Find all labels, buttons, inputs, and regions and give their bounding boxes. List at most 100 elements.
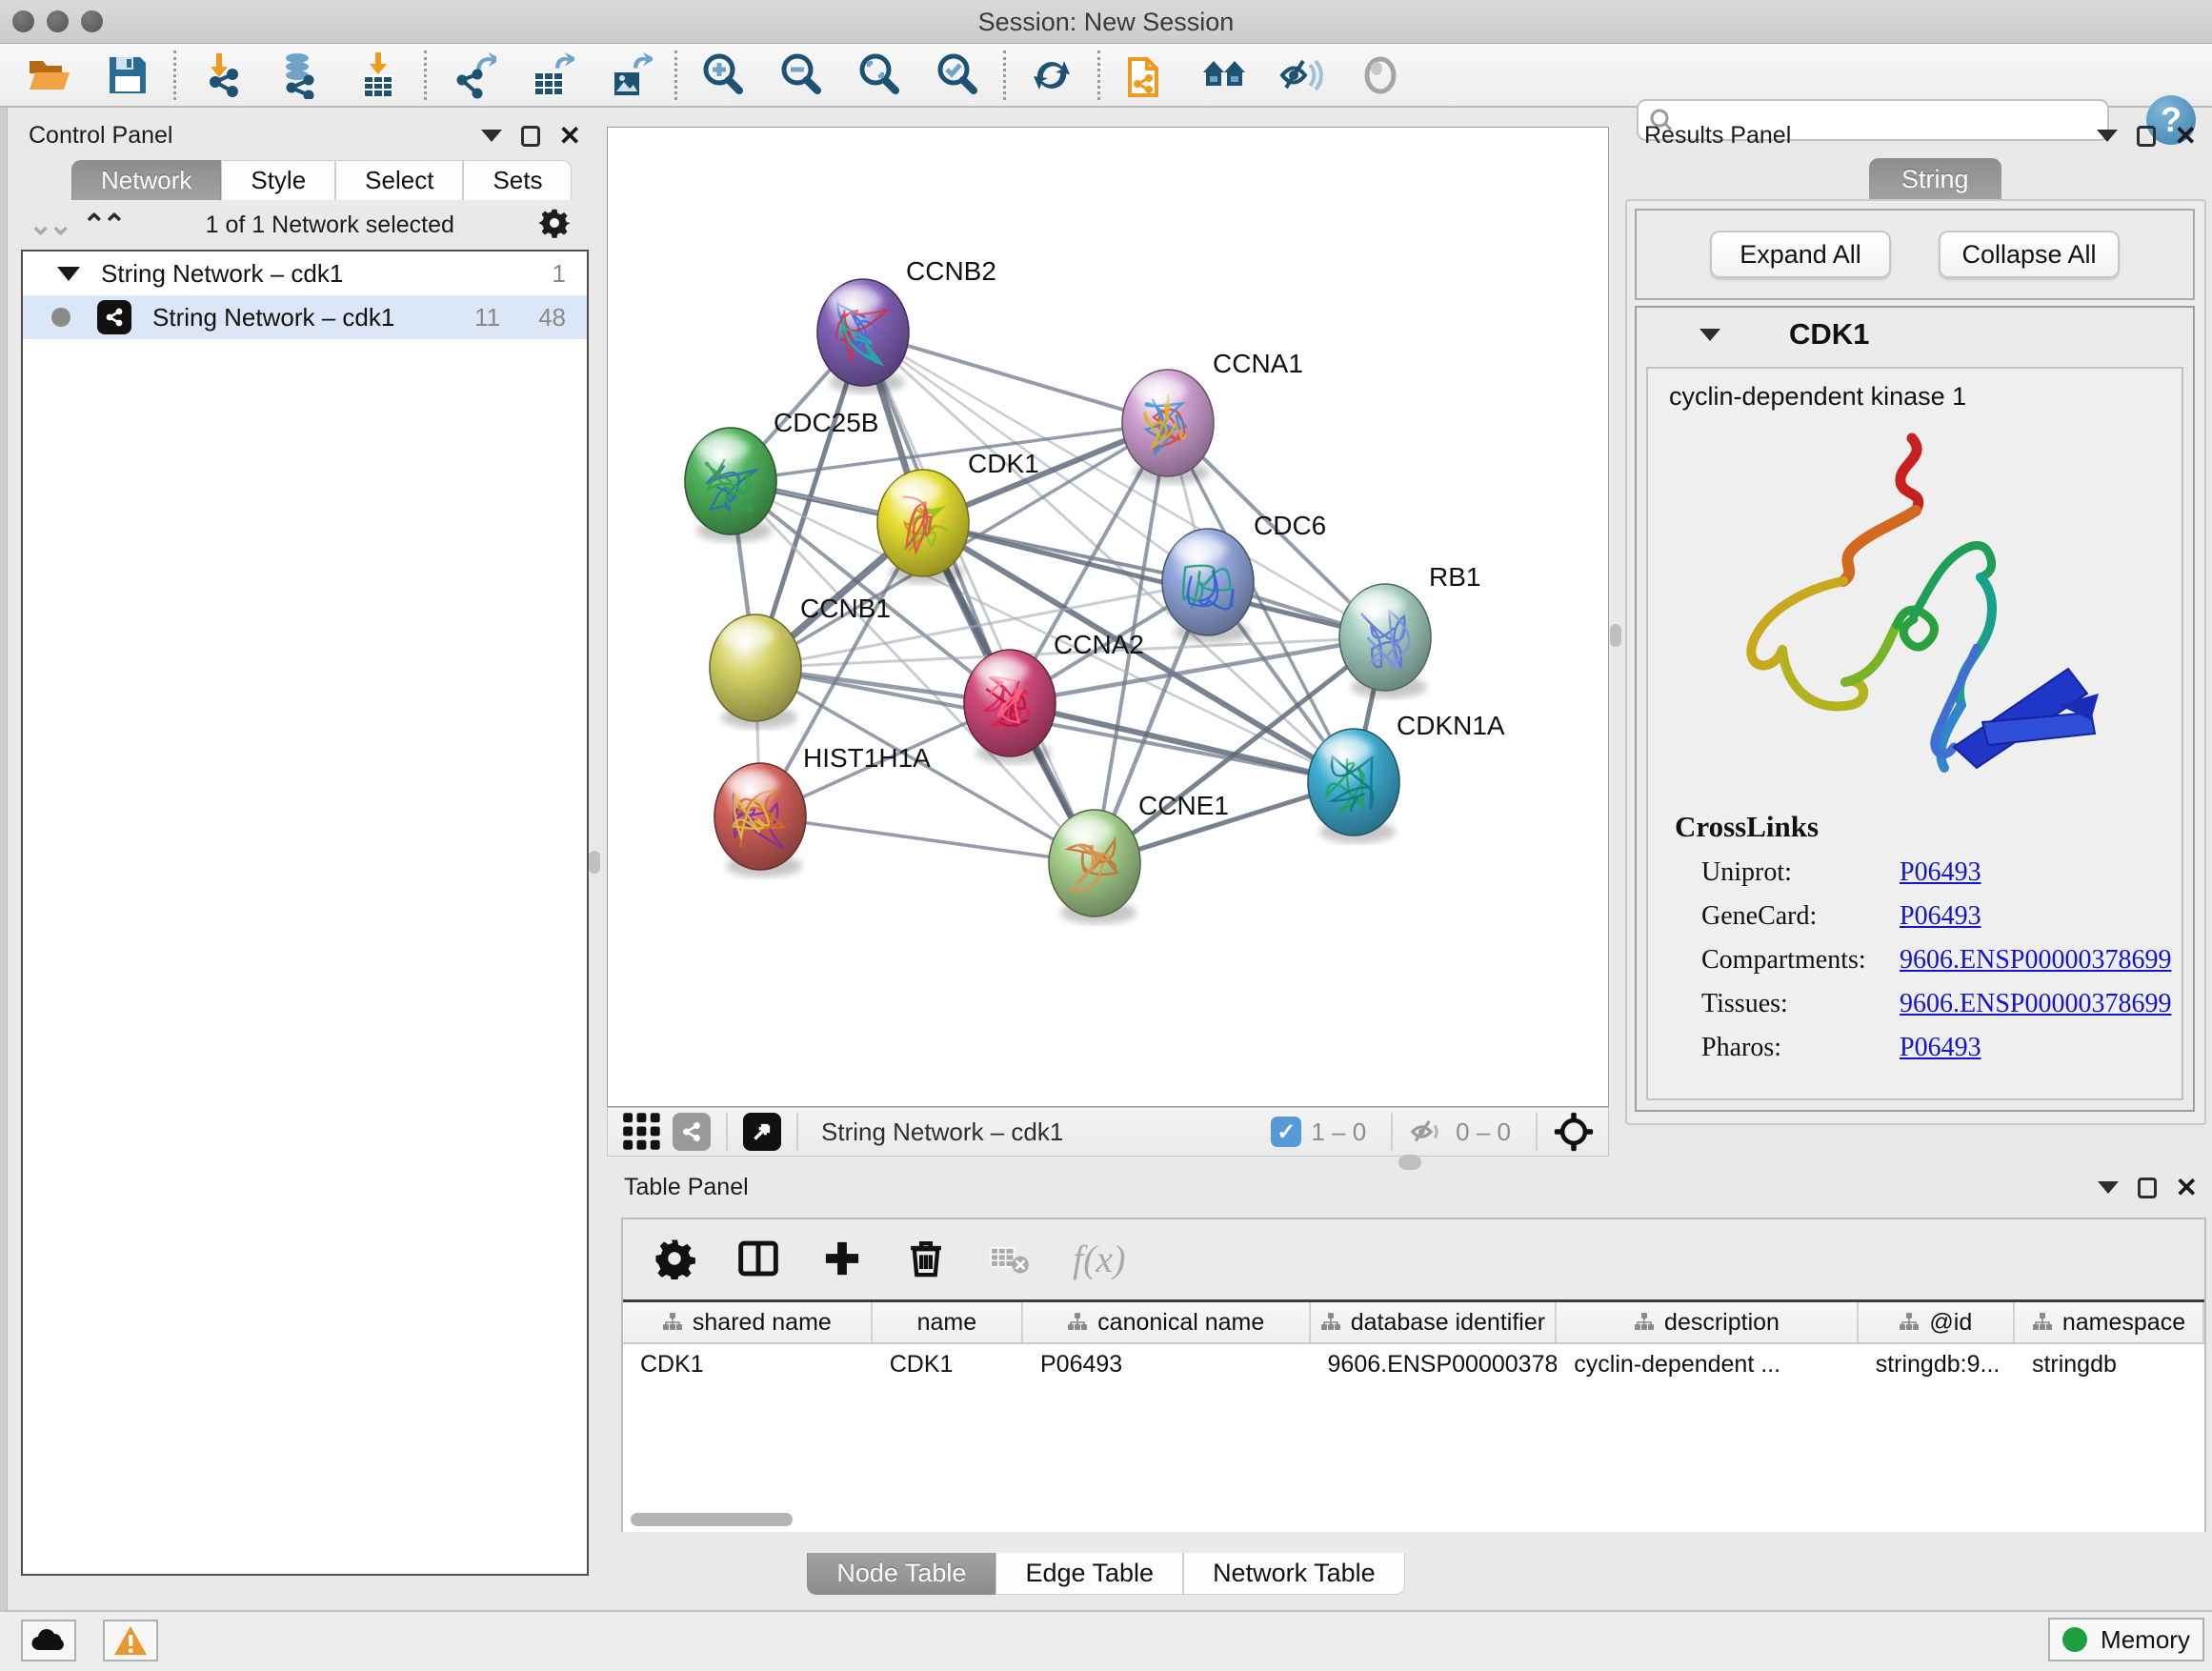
close-panel-icon[interactable]: ✕ — [2175, 126, 2197, 147]
zoom-out-icon[interactable] — [776, 50, 826, 100]
collapse-all-button[interactable]: Collapse All — [1939, 231, 2120, 278]
crosslink-value-link[interactable]: 9606.ENSP00000378699 — [1900, 945, 2171, 976]
memory-button[interactable]: Memory — [2048, 1618, 2204, 1661]
column-header--id[interactable]: @id — [1859, 1302, 2015, 1342]
birdseye-view-icon[interactable] — [743, 1113, 781, 1151]
network-options-gear-icon[interactable] — [537, 206, 572, 245]
network-row[interactable]: String Network – cdk1 11 48 — [23, 295, 587, 339]
column-header-namespace[interactable]: namespace — [2015, 1302, 2204, 1342]
collapse-panel-icon[interactable] — [2098, 1181, 2119, 1194]
node-CDK1[interactable] — [877, 470, 969, 584]
function-builder-icon[interactable]: f(x) — [1073, 1237, 1126, 1281]
delete-table-icon[interactable] — [989, 1238, 1031, 1279]
string-home-icon[interactable] — [1199, 50, 1249, 100]
node-RB1[interactable] — [1339, 584, 1431, 698]
float-panel-icon[interactable] — [521, 126, 540, 147]
edge-CCNB2-CCNA1[interactable] — [863, 332, 1168, 423]
table-cell[interactable]: CDK1 — [873, 1344, 1023, 1384]
string-network-graph[interactable]: CCNB2CCNA1CDC25BCDK1CDC6RB1CCNB1CCNA2CDK… — [608, 128, 1608, 1106]
column-header-name[interactable]: name — [873, 1302, 1023, 1342]
section-expander-icon[interactable] — [1699, 329, 1720, 341]
edge-CCNA2-CDKN1A[interactable] — [1010, 703, 1354, 782]
export-image-icon[interactable] — [604, 50, 654, 100]
left-splitter-grip[interactable] — [589, 851, 600, 874]
close-panel-icon[interactable]: ✕ — [2176, 1178, 2198, 1198]
horizontal-splitter-grip[interactable] — [1398, 1155, 1421, 1170]
float-panel-icon[interactable] — [2137, 126, 2156, 147]
node-CCNA1[interactable] — [1122, 370, 1214, 484]
tab-style[interactable]: Style — [221, 160, 335, 200]
crosslink-value-link[interactable]: P06493 — [1900, 1033, 1981, 1063]
crosslink-value-link[interactable]: P06493 — [1900, 857, 1981, 888]
node-CCNB1[interactable] — [710, 614, 801, 729]
import-table-icon[interactable] — [353, 50, 403, 100]
network-collection-row[interactable]: String Network – cdk1 1 — [23, 252, 587, 295]
tab-node-table[interactable]: Node Table — [807, 1553, 995, 1595]
collapse-panel-icon[interactable] — [481, 130, 502, 142]
column-header-canonical-name[interactable]: canonical name — [1023, 1302, 1311, 1342]
network-document-icon[interactable] — [1121, 50, 1171, 100]
node-CCNA2[interactable] — [964, 650, 1056, 764]
import-network-file-icon[interactable] — [197, 50, 247, 100]
tree-expander-icon[interactable] — [57, 267, 80, 281]
table-cell[interactable]: 9606.ENSP00000378699 — [1311, 1344, 1558, 1384]
apply-layout-icon[interactable] — [1027, 50, 1076, 100]
edge-CDK1-RB1[interactable] — [923, 523, 1385, 637]
node-CDC25B[interactable] — [685, 428, 776, 542]
zoom-fit-icon[interactable] — [855, 50, 904, 100]
show-columns-icon[interactable] — [737, 1238, 779, 1279]
table-hscrollbar[interactable] — [631, 1513, 793, 1526]
tab-sets[interactable]: Sets — [463, 160, 572, 200]
table-cell[interactable]: cyclin-dependent ... — [1557, 1344, 1858, 1384]
crosslink-value-link[interactable]: P06493 — [1900, 901, 1981, 932]
node-CCNB2[interactable] — [817, 279, 909, 393]
view-grid-icon[interactable] — [621, 1111, 663, 1153]
right-splitter-grip[interactable] — [1610, 624, 1621, 647]
cloud-status-button[interactable] — [21, 1620, 76, 1661]
node-HIST1H1A[interactable] — [714, 763, 806, 877]
fit-selected-crosshair-icon[interactable] — [1553, 1111, 1595, 1153]
save-session-icon[interactable] — [103, 50, 152, 100]
hide-graphics-details-icon[interactable] — [1277, 50, 1327, 100]
tab-string[interactable]: String — [1869, 158, 2001, 200]
export-table-icon[interactable] — [526, 50, 575, 100]
selected-checkbox-icon[interactable]: ✓ — [1271, 1117, 1301, 1147]
show-graphics-details-icon[interactable] — [1356, 50, 1405, 100]
import-network-database-icon[interactable] — [275, 50, 325, 100]
table-cell[interactable]: P06493 — [1023, 1344, 1311, 1384]
collapse-panel-icon[interactable] — [2097, 130, 2118, 142]
export-network-icon[interactable] — [448, 50, 497, 100]
node-table[interactable]: shared namenamecanonical namedatabase id… — [623, 1299, 2204, 1532]
edge-CCNB2-CCNE1[interactable] — [863, 332, 1095, 863]
zoom-selected-icon[interactable] — [933, 50, 982, 100]
column-header-database-identifier[interactable]: database identifier — [1311, 1302, 1558, 1342]
table-cell[interactable]: stringdb:9... — [1859, 1344, 2015, 1384]
protein-section-header[interactable]: CDK1 — [1637, 308, 2193, 361]
zoom-in-icon[interactable] — [698, 50, 748, 100]
hidden-eye-icon[interactable] — [1408, 1113, 1446, 1151]
crosslink-value-link[interactable]: 9606.ENSP00000378699 — [1900, 989, 2171, 1019]
node-CDC6[interactable] — [1162, 529, 1254, 643]
column-header-shared-name[interactable]: shared name — [623, 1302, 873, 1342]
delete-column-icon[interactable] — [905, 1238, 947, 1279]
table-row[interactable]: CDK1CDK1P064939606.ENSP00000378699cyclin… — [623, 1344, 2204, 1384]
share-view-icon[interactable] — [673, 1113, 711, 1151]
table-cell[interactable]: stringdb — [2015, 1344, 2204, 1384]
warning-button[interactable] — [103, 1620, 158, 1661]
tab-select[interactable]: Select — [335, 160, 463, 200]
edge-HIST1H1A-CCNE1[interactable] — [760, 816, 1095, 863]
table-options-gear-icon[interactable] — [654, 1238, 695, 1279]
close-panel-icon[interactable]: ✕ — [559, 126, 581, 147]
tab-network-table[interactable]: Network Table — [1183, 1553, 1405, 1595]
tab-network[interactable]: Network — [71, 160, 221, 200]
tab-edge-table[interactable]: Edge Table — [995, 1553, 1183, 1595]
node-CCNE1[interactable] — [1049, 810, 1140, 924]
network-canvas[interactable]: CCNB2CCNA1CDC25BCDK1CDC6RB1CCNB1CCNA2CDK… — [607, 127, 1609, 1107]
node-CDKN1A[interactable] — [1308, 729, 1399, 843]
add-column-icon[interactable] — [821, 1238, 863, 1279]
float-panel-icon[interactable] — [2138, 1178, 2157, 1198]
column-header-description[interactable]: description — [1557, 1302, 1858, 1342]
expand-all-button[interactable]: Expand All — [1710, 231, 1891, 278]
table-cell[interactable]: CDK1 — [623, 1344, 873, 1384]
expand-all-icon[interactable]: ⌃⌃ — [82, 209, 122, 242]
